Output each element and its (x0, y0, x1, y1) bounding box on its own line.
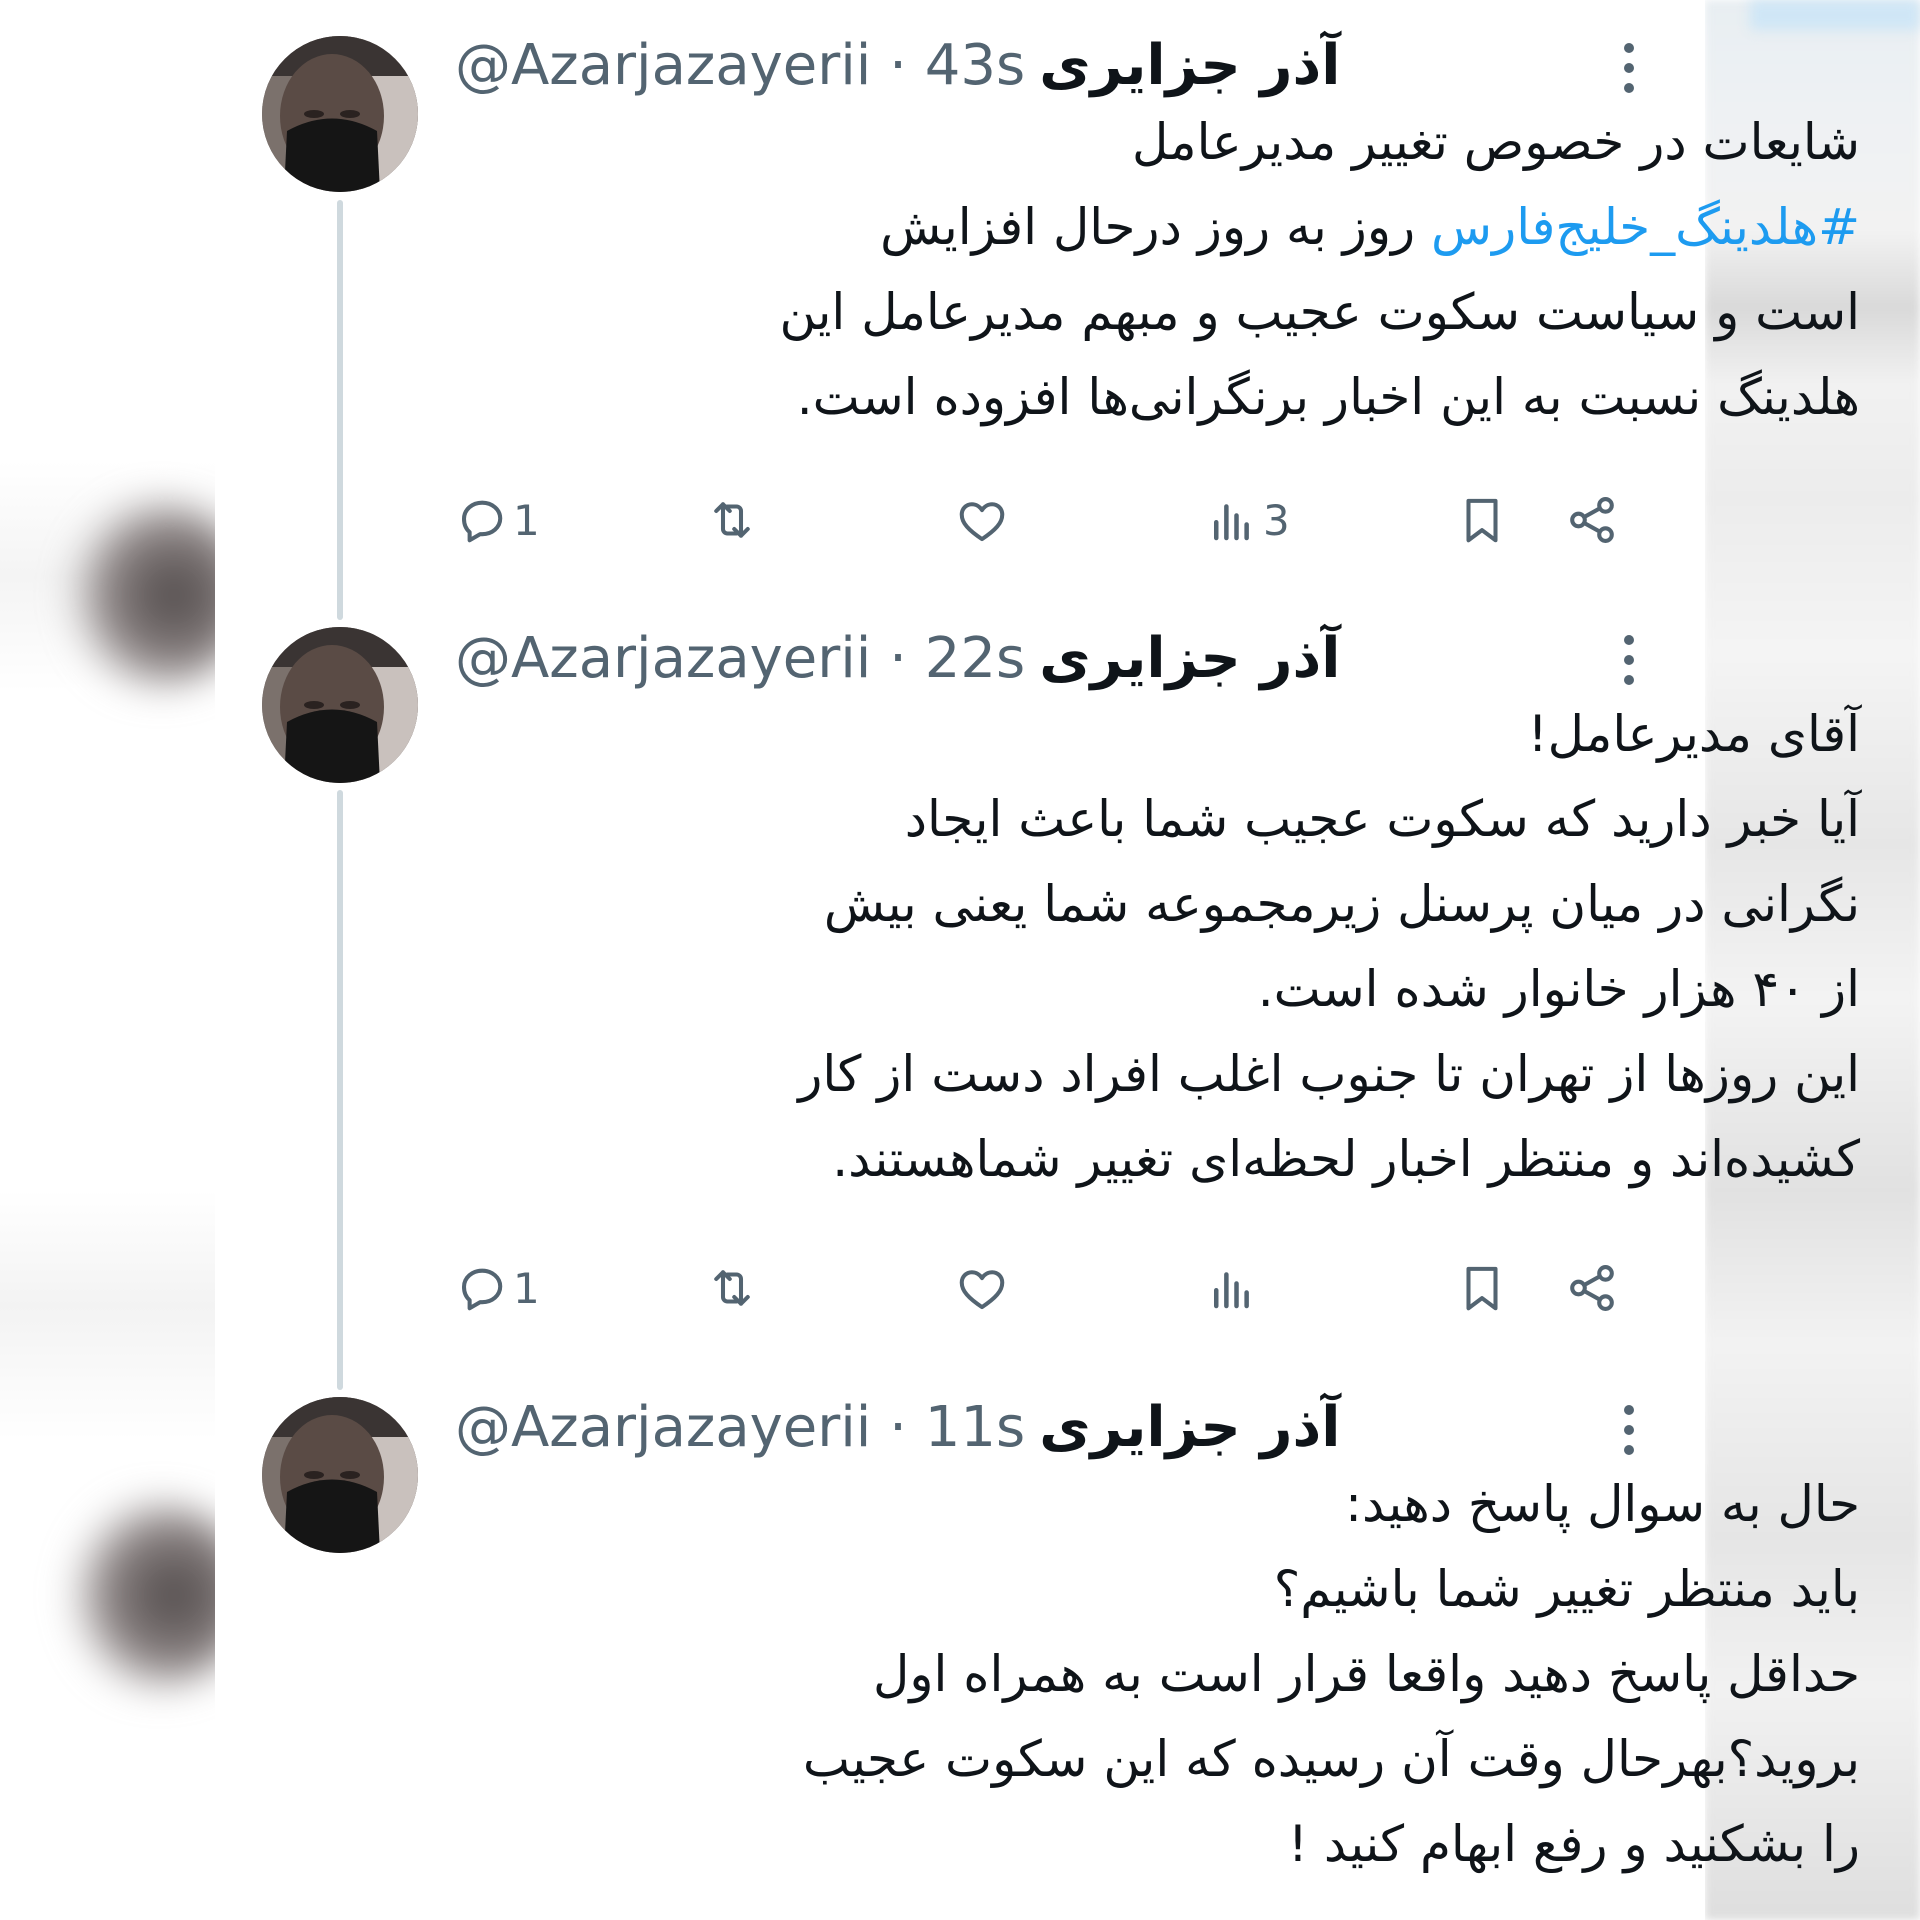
tweet-text-line: هلدینگ نسبت به این اخبار برنگرانی‌ها افز… (796, 368, 1860, 426)
tweet-header: آذر جزایری @Azarjazayerii · 11s (455, 1387, 1685, 1467)
tweet-text-line: بروید؟بهرحال وقت آن رسیده که این سکوت عج… (802, 1730, 1860, 1788)
reply-count: 1 (513, 495, 540, 545)
tweet-header: آذر جزایری @Azarjazayerii · 43s (455, 25, 1685, 105)
tweet-text-line: حداقل پاسخ دهید واقعا قرار است به همراه … (873, 1645, 1860, 1703)
share-icon (1570, 497, 1614, 543)
tweet-text-line: این روزها از تهران تا جنوب اغلب افراد دس… (798, 1045, 1860, 1103)
blurred-background-accent (1750, 0, 1920, 30)
tweet-text: آقای مدیرعامل! آیا خبر دارید که سکوت عجی… (610, 692, 1860, 1202)
tweet-text-line: #هلدینگ_خلیج‌فارس روز به روز درحال افزای… (610, 185, 1860, 270)
share-button[interactable] (1565, 1258, 1619, 1318)
tweet-text-line: آیا خبر دارید که سکوت عجیب شما باعث ایجا… (904, 790, 1860, 848)
retweet-icon (714, 502, 750, 538)
views-count: 3 (1263, 495, 1290, 545)
tweet-text-line: شایعات در خصوص تغییر مدیرعامل (1131, 113, 1860, 171)
author-name[interactable]: آذر جزایری (1039, 1395, 1340, 1460)
tweet-text-line: آقای مدیرعامل! (1527, 705, 1860, 763)
thread-connector-line (337, 200, 343, 620)
tweet-text-line: کشیده‌اند و منتظر اخبار لحظه‌ای تغییر شم… (832, 1130, 1860, 1188)
bookmark-button[interactable] (1455, 1258, 1509, 1318)
author-handle-time[interactable]: @Azarjazayerii · 43s (455, 33, 1025, 98)
reply-count: 1 (513, 1263, 540, 1313)
author-handle-time[interactable]: @Azarjazayerii · 11s (455, 1395, 1025, 1460)
like-icon (959, 502, 1005, 542)
reply-icon (461, 1268, 503, 1311)
avatar[interactable] (262, 1397, 418, 1553)
author-name[interactable]: آذر جزایری (1039, 626, 1340, 691)
more-icon[interactable] (1617, 38, 1641, 98)
avatar[interactable] (262, 36, 418, 192)
tweet-actions: 1 3 (455, 490, 1655, 550)
hashtag-link[interactable]: #هلدینگ_خلیج‌فارس (1431, 198, 1860, 256)
more-icon[interactable] (1617, 1400, 1641, 1460)
views-icon (1214, 1272, 1249, 1309)
bookmark-icon (1466, 498, 1498, 543)
retweet-icon (714, 1270, 750, 1306)
like-button[interactable] (955, 1258, 1009, 1318)
author-name[interactable]: آذر جزایری (1039, 33, 1340, 98)
bookmark-icon (1466, 1266, 1498, 1311)
views-button[interactable]: 3 (1205, 490, 1290, 550)
reply-icon (461, 500, 503, 543)
retweet-button[interactable] (705, 1258, 759, 1318)
tweet-text: شایعات در خصوص تغییر مدیرعامل #هلدینگ_خل… (610, 100, 1860, 440)
author-handle-time[interactable]: @Azarjazayerii · 22s (455, 626, 1025, 691)
more-icon[interactable] (1617, 630, 1641, 690)
like-icon (959, 1270, 1005, 1310)
views-icon (1214, 504, 1249, 541)
tweet-header: آذر جزایری @Azarjazayerii · 22s (455, 618, 1685, 698)
bookmark-button[interactable] (1455, 490, 1509, 550)
share-button[interactable] (1565, 490, 1619, 550)
tweet-text-line: است و سیاست سکوت عجیب و مبهم مدیرعامل ای… (779, 283, 1860, 341)
views-button[interactable] (1205, 1258, 1259, 1318)
avatar[interactable] (262, 627, 418, 783)
avatar-photo (262, 36, 418, 192)
tweet-text: حال به سوال پاسخ دهید: باید منتظر تغییر … (610, 1462, 1860, 1887)
reply-button[interactable]: 1 (455, 1258, 540, 1318)
tweet-text-line: از ۴۰ هزار خانوار شده است. (1257, 960, 1860, 1018)
thread-connector-line (337, 790, 343, 1390)
avatar-photo (262, 1397, 418, 1553)
tweet-text-line: باید منتظر تغییر شما باشیم؟ (1273, 1560, 1860, 1618)
tweet-text-fragment: روز به روز درحال افزایش (880, 198, 1416, 256)
retweet-button[interactable] (705, 490, 759, 550)
tweet-actions: 1 (455, 1258, 1655, 1318)
tweet-text-line: نگرانی در میان پرسنل زیرمجموعه شما یعنی … (823, 875, 1860, 933)
like-button[interactable] (955, 490, 1009, 550)
reply-button[interactable]: 1 (455, 490, 540, 550)
tweet-text-line: حال به سوال پاسخ دهید: (1345, 1475, 1860, 1533)
share-icon (1570, 1265, 1614, 1311)
avatar-photo (262, 627, 418, 783)
tweet-text-line: را بشکنید و رفع ابهام کنید ! (1287, 1815, 1860, 1873)
